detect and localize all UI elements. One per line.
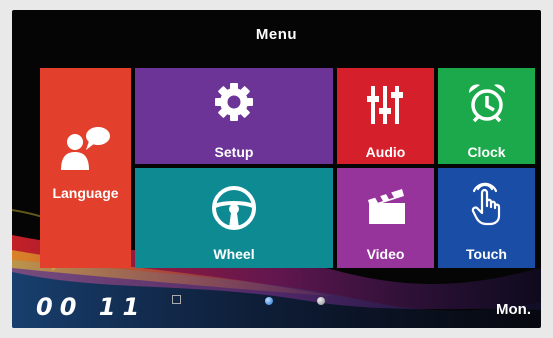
wheel-label: Wheel	[213, 246, 255, 262]
language-tile[interactable]: Language	[40, 68, 131, 268]
video-label: Video	[366, 246, 405, 262]
clock-label: Clock	[467, 144, 506, 160]
setup-label: Setup	[214, 144, 254, 160]
grey-dot-indicator	[317, 297, 325, 305]
equalizer-icon	[367, 86, 403, 124]
time-display: 00 11	[36, 293, 147, 321]
setup-tile[interactable]: Setup	[135, 68, 333, 164]
audio-label: Audio	[365, 144, 406, 160]
audio-tile[interactable]: Audio	[337, 68, 434, 164]
gear-icon	[215, 83, 253, 121]
clock-tile[interactable]: Clock	[438, 68, 535, 164]
alarm-clock-icon	[468, 84, 506, 123]
touch-hand-icon	[471, 182, 501, 226]
steering-wheel-icon	[212, 186, 256, 230]
blue-dot-indicator	[265, 297, 273, 305]
menu-title: Menu	[255, 26, 298, 43]
menu-screen: Menu Language Setup Audio Clock Wheel Vi…	[12, 10, 541, 328]
person-speech-icon	[61, 127, 110, 170]
sd-card-icon	[172, 295, 181, 304]
touch-tile[interactable]: Touch	[438, 168, 535, 268]
video-tile[interactable]: Video	[337, 168, 434, 268]
wheel-tile[interactable]: Wheel	[135, 168, 333, 268]
language-label: Language	[52, 185, 119, 201]
touch-label: Touch	[466, 246, 507, 262]
clapperboard-icon	[368, 189, 405, 224]
day-of-week: Mon.	[496, 301, 531, 318]
